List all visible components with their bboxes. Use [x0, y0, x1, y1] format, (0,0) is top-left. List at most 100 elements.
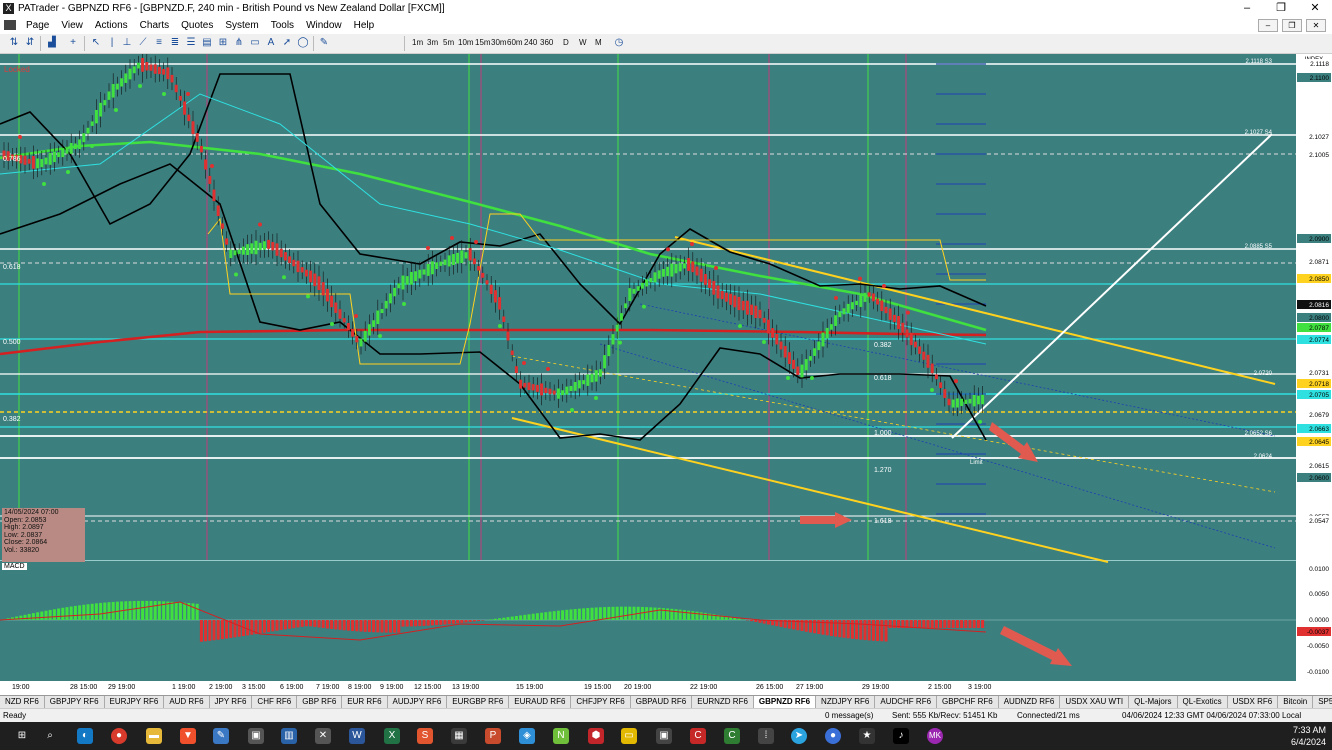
taskbar-clock[interactable]: 7:33 AM 6/4/2024 [1291, 724, 1326, 748]
symbol-tab[interactable]: EURAUD RF6 [509, 696, 572, 708]
symbol-tab[interactable]: GBPNZD RF6 [753, 696, 817, 708]
tradingview-icon[interactable]: ⁞ [758, 728, 774, 744]
vertical-line-icon[interactable]: | [106, 37, 118, 49]
fib-extension-icon[interactable]: ☰ [185, 37, 197, 49]
symbol-tab[interactable]: GBPAUD RF6 [631, 696, 693, 708]
tf-5m[interactable]: 5m [443, 37, 454, 49]
symbol-tab[interactable]: EURGBP RF6 [447, 696, 510, 708]
app-icon-21[interactable]: C [690, 728, 706, 744]
close-button[interactable]: ✕ [1298, 0, 1332, 17]
pitchfork-icon[interactable]: ⋔ [233, 37, 245, 49]
symbol-tab[interactable]: AUDCHF RF6 [875, 696, 938, 708]
crosshair-icon[interactable]: + [67, 37, 79, 49]
app-icon-20[interactable]: ▣ [656, 728, 672, 744]
mdi-minimize-button[interactable]: – [1258, 19, 1278, 32]
tf-30m[interactable]: 30m [491, 37, 507, 49]
app-icon-13[interactable]: S [417, 728, 433, 744]
tf-w[interactable]: W [579, 37, 587, 49]
menu-tools[interactable]: Tools [265, 20, 300, 31]
menu-page[interactable]: Page [20, 20, 55, 31]
tf-240[interactable]: 240 [524, 37, 537, 49]
horizontal-line-icon[interactable]: ⊥ [121, 37, 133, 49]
app-icon-19[interactable]: ▭ [621, 728, 637, 744]
app-icon-14[interactable]: ▦ [451, 728, 467, 744]
app-icon-17[interactable]: N [553, 728, 569, 744]
trend-line-icon[interactable]: ⟋ [137, 37, 149, 49]
brave-icon[interactable]: ▼ [180, 728, 196, 744]
avatar[interactable]: MK [927, 728, 943, 744]
tf-3m[interactable]: 3m [427, 37, 438, 49]
symbol-tab[interactable]: EUR RF6 [342, 696, 388, 708]
draw-tool-icon[interactable]: ✎ [318, 37, 330, 49]
symbol-tab[interactable]: QL-Majors [1129, 696, 1178, 708]
chart-area[interactable]: INDEX0.7860.6180.5000.3822.1118 S32.1027… [0, 54, 1332, 694]
tiktok-icon[interactable]: ♪ [893, 728, 909, 744]
symbol-tab[interactable]: GBPCHF RF6 [937, 696, 999, 708]
tf-10m[interactable]: 10m [458, 37, 474, 49]
tf-d[interactable]: D [563, 37, 569, 49]
chart-icon[interactable]: ▟ [46, 37, 58, 49]
tf-360[interactable]: 360 [540, 37, 553, 49]
menu-quotes[interactable]: Quotes [175, 20, 219, 31]
ellipse-icon[interactable]: ◯ [297, 37, 309, 49]
rectangle-icon[interactable]: ▭ [249, 37, 261, 49]
fib-retrace-icon[interactable]: ▤ [201, 37, 213, 49]
symbol-tab[interactable]: USDX RF6 [1228, 696, 1279, 708]
mdi-close-button[interactable]: ✕ [1306, 19, 1326, 32]
maximize-button[interactable]: ❐ [1264, 0, 1298, 17]
symbol-tab[interactable]: AUD RF6 [164, 696, 210, 708]
tf-60m[interactable]: 60m [507, 37, 523, 49]
symbol-tab[interactable]: USDX XAU WTI [1060, 696, 1130, 708]
symbol-tab[interactable]: GBP RF6 [297, 696, 343, 708]
fibonacci-icon[interactable]: ≣ [169, 37, 181, 49]
menu-actions[interactable]: Actions [89, 20, 134, 31]
powerpoint-icon[interactable]: P [485, 728, 501, 744]
app-icon-16[interactable]: ◈ [519, 728, 535, 744]
symbol-tab[interactable]: GBPJPY RF6 [45, 696, 105, 708]
chrome-icon[interactable]: ● [111, 728, 127, 744]
symbol-tab[interactable]: EURNZD RF6 [692, 696, 754, 708]
tf-1m[interactable]: 1m [412, 37, 423, 49]
excel-icon[interactable]: X [384, 728, 400, 744]
buy-sell-icon[interactable]: ⇅ [8, 37, 20, 49]
symbol-tab[interactable]: AUDJPY RF6 [388, 696, 448, 708]
text-tool-icon[interactable]: A [265, 37, 277, 49]
word-icon[interactable]: W [349, 728, 365, 744]
symbol-tab[interactable]: Bitcoin [1278, 696, 1314, 708]
menu-view[interactable]: View [55, 20, 89, 31]
tf-15m[interactable]: 15m [475, 37, 491, 49]
explorer-icon[interactable]: ▬ [146, 728, 162, 744]
search-icon[interactable]: ⌕ [42, 728, 58, 744]
symbol-tab[interactable]: AUDNZD RF6 [999, 696, 1061, 708]
app-icon-22[interactable]: C [724, 728, 740, 744]
notepad-icon[interactable]: ✎ [213, 728, 229, 744]
symbol-tab[interactable]: QL-Exotics [1178, 696, 1228, 708]
patrader-icon[interactable]: ✕ [315, 728, 331, 744]
clock-icon[interactable]: ◷ [613, 37, 625, 49]
minimize-button[interactable]: – [1230, 0, 1264, 17]
symbol-tab[interactable]: SP500 [1313, 696, 1332, 708]
menu-system[interactable]: System [219, 20, 264, 31]
symbol-tab[interactable]: CHF RF6 [252, 696, 298, 708]
menu-window[interactable]: Window [300, 20, 348, 31]
outlook-icon[interactable]: ◐ [77, 728, 93, 744]
price-chart[interactable]: INDEX0.7860.6180.5000.3822.1118 S32.1027… [0, 54, 1332, 694]
symbol-tab[interactable]: NZD RF6 [0, 696, 45, 708]
channel-icon[interactable]: ≡ [153, 37, 165, 49]
symbol-tab[interactable]: CHFJPY RF6 [571, 696, 631, 708]
windows-icon[interactable]: ⊞ [14, 728, 30, 744]
menu-help[interactable]: Help [348, 20, 381, 31]
arrow-tool-icon[interactable]: ➚ [281, 37, 293, 49]
telegram-icon[interactable]: ➤ [791, 728, 807, 744]
app-icon-26[interactable]: ★ [859, 728, 875, 744]
app-icon-9[interactable]: ▥ [281, 728, 297, 744]
symbol-tab[interactable]: NZDJPY RF6 [816, 696, 876, 708]
app-icon-18[interactable]: ⬢ [588, 728, 604, 744]
pointer-icon[interactable]: ↖ [90, 37, 102, 49]
symbol-tab[interactable]: JPY RF6 [210, 696, 253, 708]
symbol-tab[interactable]: EURJPY RF6 [105, 696, 165, 708]
app-icon-8[interactable]: ▣ [248, 728, 264, 744]
order-icon[interactable]: ⇵ [24, 37, 36, 49]
gann-icon[interactable]: ⊞ [217, 37, 229, 49]
app-icon-25[interactable]: ● [825, 728, 841, 744]
